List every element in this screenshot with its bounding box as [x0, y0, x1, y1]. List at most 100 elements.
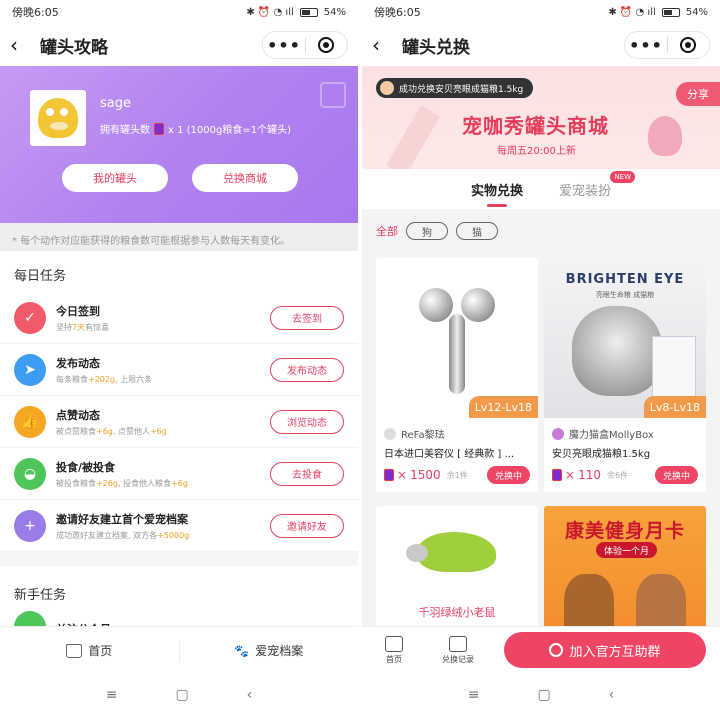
- product-image: BRIGHTEN EYE 亮眼生命粮 成猫粮 Lv8-Lv18: [544, 258, 706, 418]
- tab-physical-label: 实物兑换: [470, 183, 523, 199]
- home-icon: [66, 643, 83, 658]
- task-desc-a: 被投食粮食: [56, 478, 96, 488]
- task-name: 今日签到: [56, 304, 100, 318]
- filter-dog[interactable]: 狗: [406, 222, 448, 240]
- task-desc-a: 每条粮食: [56, 374, 88, 384]
- banner-subtitle: 每周五20:00上新: [497, 146, 576, 157]
- my-cans-button[interactable]: 我的罐头: [62, 164, 168, 192]
- banner-decor: [385, 105, 441, 169]
- profile-card: sage 拥有罐头数 x 1 (1000g粮食=1个罐头) 我的罐头 兑换商城: [0, 66, 358, 223]
- share-button[interactable]: 分享: [676, 82, 720, 106]
- task-desc-b: , 上限六条: [115, 374, 153, 384]
- filter-all[interactable]: 全部: [376, 223, 398, 239]
- bottom-records[interactable]: 兑换记录: [426, 636, 490, 665]
- task-action-button[interactable]: 去投食: [270, 461, 344, 486]
- task-row: 👍 点赞动态 被点赞粮食+6g, 点赞他人+6g 浏览动态: [0, 396, 358, 448]
- task-action-button[interactable]: 邀请好友: [270, 513, 344, 538]
- task-icon: +: [14, 509, 46, 542]
- price-prefix: ×: [565, 468, 576, 482]
- system-nav: ≡ ▢ ‹: [0, 674, 358, 716]
- close-button[interactable]: [306, 37, 347, 53]
- task-list: ✓ 今日签到 坚持7天有惊喜 去签到 ➤ 发布动态 每条粮食+202g, 上限六条 发布动态 👍…: [0, 292, 358, 552]
- task-desc-highlight: +5000g: [157, 530, 190, 540]
- exchange-button[interactable]: 兑换中: [654, 466, 698, 484]
- task-desc-a: 被点赞粮食: [56, 426, 96, 436]
- tab-pets[interactable]: 🐾 爱宠档案: [180, 642, 359, 659]
- gym-title: 康美健身月卡: [564, 520, 685, 542]
- product-card-catfood[interactable]: BRIGHTEN EYE 亮眼生命粮 成猫粮 Lv8-Lv18 魔力猫盒Moll…: [544, 258, 706, 492]
- new-badge: NEW: [610, 171, 636, 183]
- can-icon: [552, 469, 562, 481]
- more-icon[interactable]: •••: [625, 36, 667, 55]
- task-desc-highlight: +202g: [88, 374, 116, 384]
- mini-program-capsule: •••: [624, 31, 710, 59]
- task-info: 发布动态 每条粮食+202g, 上限六条: [56, 355, 270, 385]
- bottom-home[interactable]: 首页: [362, 636, 426, 665]
- task-name: 投食/被投食: [56, 460, 116, 474]
- join-group-button[interactable]: 加入官方互助群: [504, 632, 706, 668]
- task-desc-b: , 投食他人粮食: [117, 478, 172, 488]
- task-row: + 邀请好友建立首个爱宠档案 成功邀好友建立档案, 双方各+5000g 邀请好友: [0, 500, 358, 552]
- phone-left: 傍晚6:05 ✱ ⏰ ◔ ıll 54% ‹ 罐头攻略 ••• sage 拥有罐…: [0, 0, 358, 716]
- close-button[interactable]: [668, 37, 709, 53]
- task-info: 点赞动态 被点赞粮食+6g, 点赞他人+6g: [56, 407, 270, 437]
- task-desc-highlight-2: +6g: [171, 478, 188, 488]
- back-triangle-icon[interactable]: ‹: [247, 687, 253, 703]
- task-action-button[interactable]: 发布动态: [270, 357, 344, 382]
- banner-title: 宠咖秀罐头商城: [462, 114, 609, 138]
- back-icon[interactable]: ‹: [10, 33, 34, 57]
- task-desc: 每条粮食+202g, 上限六条: [56, 374, 270, 385]
- records-icon: [449, 636, 467, 652]
- task-row: ◒ 投食/被投食 被投食粮食+26g, 投食他人粮食+6g 去投食: [0, 448, 358, 500]
- avatar[interactable]: [30, 90, 86, 146]
- brand-name: 魔力猫盒MollyBox: [569, 430, 654, 441]
- task-desc-highlight-2: +6g: [149, 426, 167, 436]
- home-square-icon[interactable]: ▢: [175, 687, 188, 703]
- task-desc-highlight: 7天: [72, 322, 86, 332]
- tab-bar: 首页 🐾 爱宠档案: [0, 626, 358, 674]
- menu-icon[interactable]: ≡: [106, 687, 118, 703]
- level-badge: Lv8-Lv18: [643, 396, 706, 418]
- product-card-refa[interactable]: Lv12-Lv18 ReFa黎珐 日本进口美容仪 [ 经典款 ] ... × 1…: [376, 258, 538, 492]
- task-desc-a: 成功邀好友建立档案, 双方各: [56, 530, 158, 540]
- task-info: 今日签到坚持7天有惊喜: [56, 303, 270, 333]
- task-action-button[interactable]: 浏览动态: [270, 409, 344, 434]
- bottom-records-label: 兑换记录: [442, 655, 474, 664]
- tab-decor-label: 爱宠装扮: [559, 183, 612, 199]
- target-icon: [680, 37, 697, 53]
- user-icon: [549, 643, 564, 657]
- task-info: 投食/被投食 被投食粮食+26g, 投食他人粮食+6g: [56, 459, 270, 489]
- username: sage: [100, 96, 131, 111]
- brand-logo: [384, 427, 396, 440]
- toast-text: 成功兑换安贝亮眼成猫粮1.5kg: [399, 84, 524, 95]
- battery-text: 54%: [323, 6, 346, 18]
- more-icon[interactable]: •••: [263, 36, 305, 55]
- gym-subtitle: 体验一个月: [596, 542, 658, 558]
- bottom-home-label: 首页: [386, 655, 402, 664]
- signal-icon: ✱ ⏰ ◔ ıll: [608, 6, 656, 18]
- home-square-icon[interactable]: ▢: [537, 687, 550, 703]
- back-triangle-icon[interactable]: ‹: [609, 687, 615, 703]
- mouse-toy-image: [406, 532, 496, 572]
- shop-button[interactable]: 兑换商城: [192, 164, 298, 192]
- back-icon[interactable]: ‹: [372, 33, 396, 57]
- shop-tabs: 实物兑换 爱宠装扮 NEW: [362, 169, 720, 209]
- exchange-button[interactable]: 兑换中: [486, 466, 530, 484]
- price-value: 110: [578, 468, 601, 482]
- image-sub-text: 亮眼生命粮 成猫粮: [595, 291, 655, 299]
- task-desc: 被点赞粮食+6g, 点赞他人+6g: [56, 426, 270, 437]
- menu-icon[interactable]: ≡: [468, 687, 480, 703]
- product-card-gym[interactable]: 康美健身月卡 体验一个月: [544, 506, 706, 630]
- product-card-mouse[interactable]: 千羽绿绒小老鼠: [376, 506, 538, 630]
- tab-home[interactable]: 首页: [0, 642, 179, 659]
- filter-cat[interactable]: 猫: [456, 222, 498, 240]
- toast-avatar: [380, 81, 394, 95]
- tab-decor[interactable]: 爱宠装扮 NEW: [559, 169, 636, 209]
- task-icon: ➤: [14, 353, 46, 386]
- task-desc: 坚持7天有惊喜: [56, 322, 270, 333]
- task-action-button[interactable]: 去签到: [270, 305, 344, 330]
- status-icons: ✱ ⏰ ◔ ıll 54%: [608, 7, 708, 18]
- tab-physical[interactable]: 实物兑换: [471, 169, 523, 209]
- status-icons: ✱ ⏰ ◔ ıll 54%: [246, 7, 346, 18]
- status-time: 傍晚6:05: [374, 6, 421, 19]
